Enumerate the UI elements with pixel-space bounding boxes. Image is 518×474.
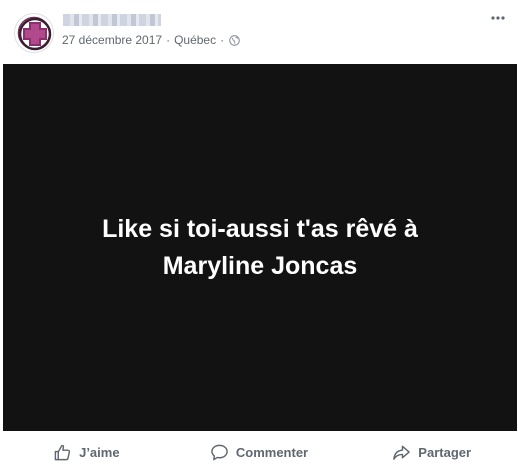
comment-button[interactable]: Commenter: [173, 431, 346, 474]
share-arrow-icon: [393, 445, 411, 460]
post-header: 27 décembre 2017 · Québec ·: [0, 0, 518, 64]
globe-icon[interactable]: [229, 34, 240, 46]
like-label: J’aime: [79, 445, 120, 460]
post-actions: J’aime Commenter Partager: [0, 431, 518, 474]
share-label: Partager: [418, 445, 472, 460]
post-location[interactable]: Québec: [174, 33, 216, 47]
author-name-blurred[interactable]: [63, 14, 161, 26]
media-caption: Like si toi-aussi t'as rêvé à Maryline J…: [102, 214, 418, 280]
comment-bubble-icon: [211, 444, 228, 461]
comment-label: Commenter: [235, 445, 309, 460]
meta-separator: ·: [166, 33, 171, 47]
like-button[interactable]: J’aime: [0, 431, 173, 474]
avatar[interactable]: [14, 13, 54, 53]
cross-logo-icon: [18, 17, 52, 51]
post-date[interactable]: 27 décembre 2017: [62, 33, 162, 47]
more-options-icon[interactable]: [490, 12, 506, 24]
thumbs-up-icon: [54, 444, 71, 461]
meta-separator: ·: [220, 33, 225, 47]
share-button[interactable]: Partager: [345, 431, 518, 474]
post-media[interactable]: Like si toi-aussi t'as rêvé à Maryline J…: [3, 64, 517, 431]
post-meta: 27 décembre 2017 · Québec ·: [62, 33, 240, 47]
facebook-post: 27 décembre 2017 · Québec · Like si toi-…: [0, 0, 518, 474]
